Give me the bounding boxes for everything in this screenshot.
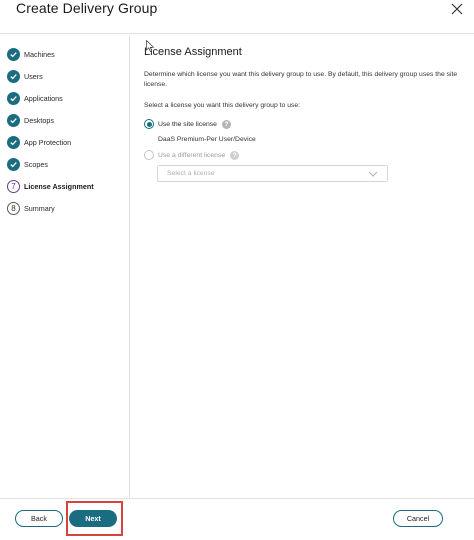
step-label: Scopes: [24, 159, 48, 169]
select-placeholder: Select a license: [167, 170, 215, 177]
site-license-name: DaaS Premium-Per User/Device: [158, 136, 256, 143]
check-icon: [7, 47, 20, 61]
chevron-down-icon: [368, 171, 378, 177]
back-button[interactable]: Back: [15, 510, 63, 527]
check-icon: [7, 91, 20, 105]
license-select[interactable]: Select a license: [157, 165, 388, 182]
step-label: License Assignment: [24, 181, 94, 191]
step-number: 7: [7, 179, 20, 193]
section-title: License Assignment: [144, 46, 242, 58]
dialog-header: Create Delivery Group: [0, 0, 474, 34]
step-desktops[interactable]: Desktops: [7, 112, 54, 128]
radio-different-license[interactable]: [144, 150, 154, 160]
step-summary[interactable]: 8 Summary: [7, 200, 55, 216]
check-icon: [7, 157, 20, 171]
check-icon: [7, 135, 20, 149]
help-icon[interactable]: ?: [221, 119, 231, 129]
dialog-title: Create Delivery Group: [16, 0, 158, 16]
step-label: Users: [24, 71, 43, 81]
close-icon[interactable]: [450, 2, 464, 16]
step-applications[interactable]: Applications: [7, 90, 63, 106]
step-label: Applications: [24, 93, 63, 103]
step-app-protection[interactable]: App Protection: [7, 134, 71, 150]
next-button[interactable]: Next: [69, 510, 117, 527]
cancel-button[interactable]: Cancel: [393, 510, 443, 527]
option-different-license[interactable]: Use a different license ?: [144, 149, 240, 161]
option-site-license[interactable]: Use the site license ?: [144, 118, 231, 130]
check-icon: [7, 69, 20, 83]
radio-site-license[interactable]: [144, 119, 154, 129]
help-icon[interactable]: ?: [230, 150, 240, 160]
license-prompt: Select a license you want this delivery …: [144, 102, 301, 109]
mouse-cursor-icon: [146, 40, 154, 52]
step-machines[interactable]: Machines: [7, 46, 55, 62]
section-description: Determine which license you want this de…: [144, 71, 458, 88]
step-label: Desktops: [24, 115, 54, 125]
step-users[interactable]: Users: [7, 68, 43, 84]
step-number: 8: [7, 201, 20, 215]
step-license-assignment[interactable]: 7 License Assignment: [7, 178, 94, 194]
step-label: App Protection: [24, 137, 72, 147]
step-scopes[interactable]: Scopes: [7, 156, 48, 172]
step-label: Summary: [24, 203, 55, 213]
check-icon: [7, 113, 20, 127]
step-label: Machines: [24, 49, 55, 59]
dialog-footer: Back Next Cancel: [0, 498, 474, 540]
option-label: Use the site license: [158, 120, 217, 128]
wizard-steps-sidebar: Machines Users Applications Desktops App…: [0, 35, 130, 498]
option-label: Use a different license: [158, 151, 226, 159]
